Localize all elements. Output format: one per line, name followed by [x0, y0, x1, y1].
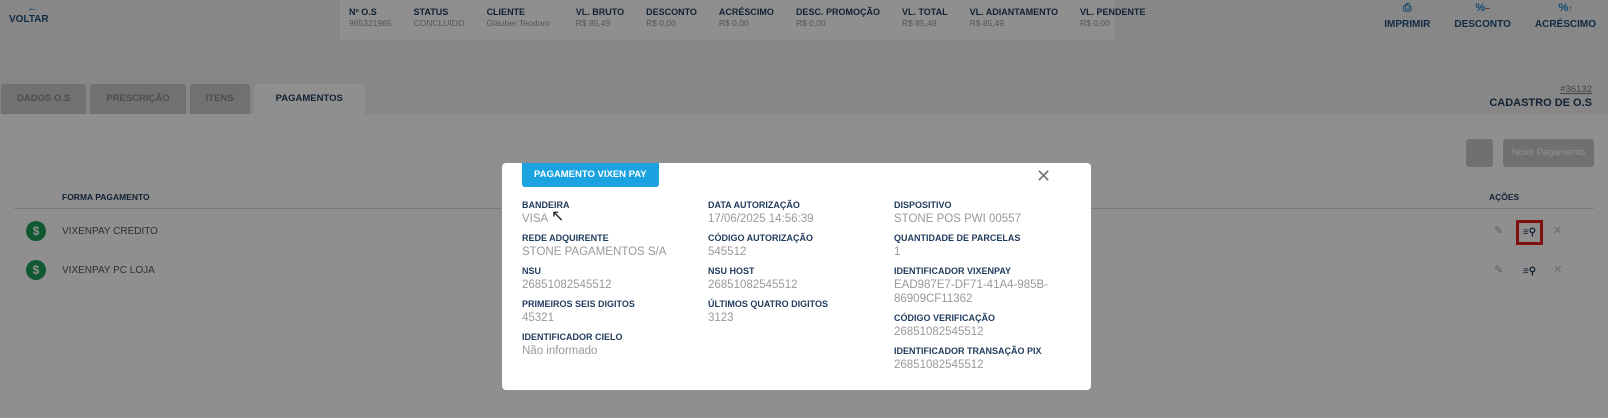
field-primeiros-digitos: PRIMEIROS SEIS DIGITOS 45321: [522, 299, 635, 325]
field-rede-adquirente: REDE ADQUIRENTE STONE PAGAMENTOS S/A: [522, 233, 666, 259]
field-label: NSU: [522, 266, 542, 276]
field-value: 545512: [708, 246, 747, 258]
field-value: 1: [894, 246, 901, 258]
field-quantidade-parcelas: QUANTIDADE DE PARCELAS 1: [894, 233, 1020, 259]
close-icon[interactable]: ✕: [1036, 166, 1051, 187]
field-identificador-cielo: IDENTIFICADOR CIELO Não informado: [522, 332, 623, 358]
field-label: DISPOSITIVO: [894, 200, 952, 210]
modal-title: PAGAMENTO VIXEN PAY: [522, 163, 659, 187]
field-label: ÚLTIMOS QUATRO DIGITOS: [708, 299, 828, 309]
field-value: 26851082545512: [708, 279, 798, 291]
field-label: CÓDIGO AUTORIZAÇÃO: [708, 233, 813, 243]
field-value: 26851082545512: [522, 279, 612, 291]
field-label: DATA AUTORIZAÇÃO: [708, 200, 800, 210]
field-label: IDENTIFICADOR TRANSAÇÃO PIX: [894, 346, 1042, 356]
field-codigo-autorizacao: CÓDIGO AUTORIZAÇÃO 545512: [708, 233, 813, 259]
field-label: IDENTIFICADOR CIELO: [522, 332, 623, 342]
field-value: 26851082545512: [894, 326, 984, 338]
field-label: IDENTIFICADOR VIXENPAY: [894, 266, 1012, 276]
field-label: NSU HOST: [708, 266, 755, 276]
field-value: STONE PAGAMENTOS S/A: [522, 246, 667, 258]
field-dispositivo: DISPOSITIVO STONE POS PWI 00557: [894, 200, 1021, 226]
field-ultimos-digitos: ÚLTIMOS QUATRO DIGITOS 3123: [708, 299, 828, 325]
field-identificador-pix: IDENTIFICADOR TRANSAÇÃO PIX 2685108254551…: [894, 346, 1042, 372]
field-value: Não informado: [522, 345, 598, 357]
field-value-line2: 86909CF11362: [894, 293, 973, 305]
field-label: PRIMEIROS SEIS DIGITOS: [522, 299, 635, 309]
field-codigo-verificacao: CÓDIGO VERIFICAÇÃO 26851082545512: [894, 313, 995, 339]
payment-details-modal: PAGAMENTO VIXEN PAY ✕ BANDEIRA VISA REDE …: [502, 163, 1091, 390]
mouse-cursor-icon: ↖: [551, 208, 565, 225]
field-nsu-host: NSU HOST 26851082545512: [708, 266, 798, 292]
field-identificador-vixenpay: IDENTIFICADOR VIXENPAY EAD987E7-DF71-41A4…: [894, 266, 1048, 306]
field-nsu: NSU 26851082545512: [522, 266, 612, 292]
field-value: 26851082545512: [894, 359, 984, 371]
field-value: 45321: [522, 312, 554, 324]
field-label: QUANTIDADE DE PARCELAS: [894, 233, 1021, 243]
field-data-autorizacao: DATA AUTORIZAÇÃO 17/06/2025 14:56:39: [708, 200, 814, 226]
field-value: 17/06/2025 14:56:39: [708, 213, 814, 225]
field-value: STONE POS PWI 00557: [894, 213, 1021, 225]
field-label: CÓDIGO VERIFICAÇÃO: [894, 313, 996, 323]
field-value-line1: EAD987E7-DF71-41A4-985B-: [894, 279, 1049, 291]
field-label: REDE ADQUIRENTE: [522, 233, 609, 243]
field-value: 3123: [708, 312, 734, 324]
